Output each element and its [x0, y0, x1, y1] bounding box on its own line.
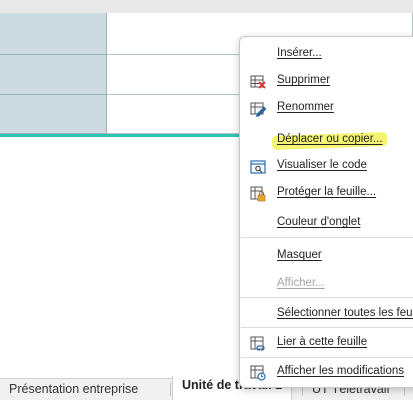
menu-item-label: Afficher les modifications: [277, 365, 404, 377]
view-code-icon: [250, 160, 266, 174]
menu-item-label: Afficher...: [277, 277, 325, 289]
delete-sheet-icon: [250, 75, 266, 89]
menu-item-show-changes[interactable]: Afficher les modifications: [240, 360, 413, 386]
tab-separator: [170, 382, 171, 396]
menu-item-label: Déplacer ou copier...: [277, 133, 383, 145]
menu-item-select-all-sheets[interactable]: Sélectionner toutes les feuilles: [240, 302, 413, 328]
menu-item-label: Insérer...: [277, 47, 322, 59]
sheet-tab-presentation[interactable]: Présentation entreprise: [9, 379, 138, 400]
menu-item-label: Lier à cette feuille: [277, 336, 368, 348]
menu-divider: [241, 327, 413, 328]
menu-item-delete[interactable]: Supprimer: [240, 69, 413, 95]
menu-item-rename[interactable]: Renommer: [240, 96, 413, 122]
menu-divider: [241, 237, 413, 238]
menu-divider: [241, 297, 413, 298]
cell[interactable]: [0, 55, 107, 95]
menu-item-move-copy[interactable]: Déplacer ou copier...: [240, 128, 413, 154]
sheet-context-menu: Insérer... Supprimer Renommer Déplacer o…: [239, 36, 413, 388]
link-sheet-icon: [250, 336, 265, 351]
menu-item-label: Masquer: [277, 249, 322, 261]
menu-item-label: Visualiser le code: [277, 159, 367, 171]
menu-item-tab-color[interactable]: Couleur d'onglet: [240, 211, 413, 237]
sheet-accent-line: [0, 134, 240, 137]
menu-item-view-code[interactable]: Visualiser le code: [240, 154, 413, 180]
show-changes-icon: [250, 365, 266, 381]
menu-item-label: Protéger la feuille...: [277, 186, 377, 198]
menu-divider: [241, 357, 413, 358]
menu-item-label: Couleur d'onglet: [277, 216, 361, 228]
menu-item-label: Supprimer: [277, 74, 331, 86]
protect-sheet-icon: [250, 186, 266, 202]
menu-item-insert[interactable]: Insérer...: [240, 42, 413, 68]
menu-item-label: Renommer: [277, 101, 334, 113]
menu-item-label: Sélectionner toutes les feuilles: [277, 307, 413, 319]
menu-item-unhide: Afficher...: [240, 272, 413, 298]
rename-icon: [250, 102, 266, 117]
menu-item-link-to-sheet[interactable]: Lier à cette feuille: [240, 331, 413, 357]
menu-item-protect-sheet[interactable]: Protéger la feuille...: [240, 181, 413, 207]
cell[interactable]: [0, 13, 107, 55]
cell[interactable]: [0, 95, 107, 134]
grid-top-strip: [0, 0, 413, 13]
menu-item-hide[interactable]: Masquer: [240, 244, 413, 270]
